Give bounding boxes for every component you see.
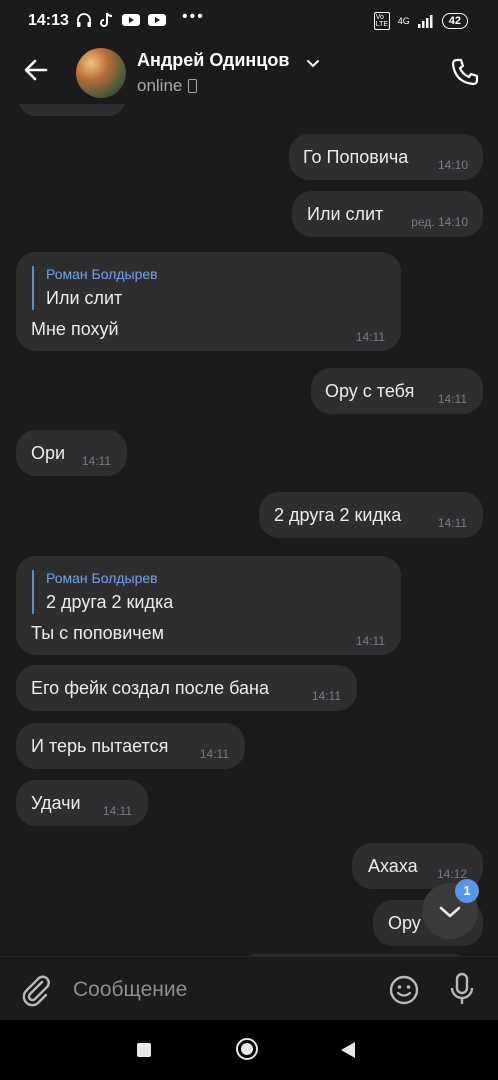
status-time: 14:13	[28, 12, 69, 29]
message-time: 14:11	[311, 689, 341, 703]
reply-author: Роман Болдырев	[46, 266, 158, 282]
battery-icon: 42	[441, 13, 468, 29]
message-text: 2 друга 2 кидка	[274, 505, 402, 525]
message-bubble-outgoing[interactable]: Го Поповича 14:10	[289, 134, 483, 180]
reply-author: Роман Болдырев	[46, 570, 158, 586]
unread-badge: 1	[455, 879, 479, 903]
message-time: 14:10	[437, 158, 468, 172]
message-bubble-incoming[interactable]: Ори 14:11	[16, 430, 127, 476]
chat-header: Андрей Одинцов online	[0, 42, 498, 104]
message-text: Мне похуй	[31, 319, 119, 339]
status-bar: 14:13 ••• Vo LTE 4G 42	[0, 0, 498, 42]
message-text: Го Поповича	[303, 147, 409, 167]
phone-call-icon[interactable]	[449, 56, 481, 88]
message-bubble-outgoing[interactable]: Ору с тебя 14:11	[311, 368, 483, 414]
message-bubble-partial	[18, 104, 126, 116]
system-nav-bar	[0, 1020, 498, 1080]
more-notifications-icon: •••	[182, 8, 205, 25]
message-time: 14:11	[199, 747, 229, 761]
message-text: Ты с поповичем	[31, 623, 165, 643]
message-text: Ахаха	[368, 856, 418, 876]
headphones-icon	[77, 13, 91, 27]
volte-icon: Vo LTE	[373, 12, 390, 30]
reply-text: Или слит	[46, 288, 123, 308]
message-text: Ору с тебя	[325, 381, 415, 401]
mobile-device-icon	[188, 79, 198, 93]
system-icons: Vo LTE 4G 42	[373, 12, 468, 30]
network-label: 4G	[397, 16, 410, 26]
message-input[interactable]: Сообщение	[73, 978, 187, 1002]
reply-indicator	[32, 570, 34, 614]
home-icon[interactable]	[236, 1038, 258, 1060]
youtube-icon-2	[148, 14, 166, 26]
message-bubble-outgoing[interactable]: 2 друга 2 кидка 14:11	[259, 492, 483, 538]
reply-text: 2 друга 2 кидка	[46, 592, 174, 612]
message-time: 14:11	[437, 516, 467, 530]
smiley-icon[interactable]	[388, 974, 420, 1006]
back-arrow-icon[interactable]	[22, 56, 50, 84]
message-time: 14:11	[102, 804, 132, 818]
signal-icon	[417, 15, 433, 28]
microphone-icon[interactable]	[447, 971, 477, 1007]
message-text: Его фейк создал после бана	[31, 678, 269, 698]
message-bubble-incoming[interactable]: И терь пытается 14:11	[16, 723, 245, 769]
message-text: Удачи	[31, 793, 81, 813]
online-status: online	[137, 76, 183, 95]
paperclip-icon[interactable]	[20, 973, 52, 1007]
message-bubble-incoming-reply[interactable]: Роман Болдырев Или слит Мне похуй 14:11	[16, 252, 401, 351]
youtube-icon	[122, 14, 140, 26]
message-bubble-incoming[interactable]: Его фейк создал после бана 14:11	[16, 665, 357, 711]
message-time: 14:11	[437, 392, 467, 406]
message-text: Ору	[388, 913, 421, 933]
message-bubble-outgoing[interactable]: Или слит ред. 14:10	[292, 191, 483, 237]
message-text: Или слит	[307, 204, 384, 224]
notification-icons	[76, 12, 166, 28]
tiktok-icon	[100, 12, 113, 27]
contact-status: online	[137, 76, 198, 96]
contact-name[interactable]: Андрей Одинцов	[137, 50, 289, 71]
message-list[interactable]: Го Поповича 14:10 Или слит ред. 14:10 Ро…	[0, 104, 498, 956]
reply-indicator	[32, 266, 34, 310]
message-bubble-incoming-reply[interactable]: Роман Болдырев 2 друга 2 кидка Ты с попо…	[16, 556, 401, 655]
chevron-down-icon[interactable]	[306, 56, 320, 70]
message-text: Ори	[31, 443, 66, 463]
message-time: 14:11	[81, 454, 111, 468]
message-time: 14:11	[355, 634, 385, 648]
message-composer: Сообщение	[0, 956, 498, 1023]
message-bubble-incoming[interactable]: Удачи 14:11	[16, 780, 148, 826]
avatar[interactable]	[76, 48, 126, 98]
message-time: 14:11	[355, 330, 385, 344]
recent-apps-icon[interactable]	[137, 1043, 151, 1057]
message-text: И терь пытается	[31, 736, 169, 756]
message-time: ред. 14:10	[411, 215, 468, 229]
system-back-icon[interactable]	[341, 1042, 355, 1058]
